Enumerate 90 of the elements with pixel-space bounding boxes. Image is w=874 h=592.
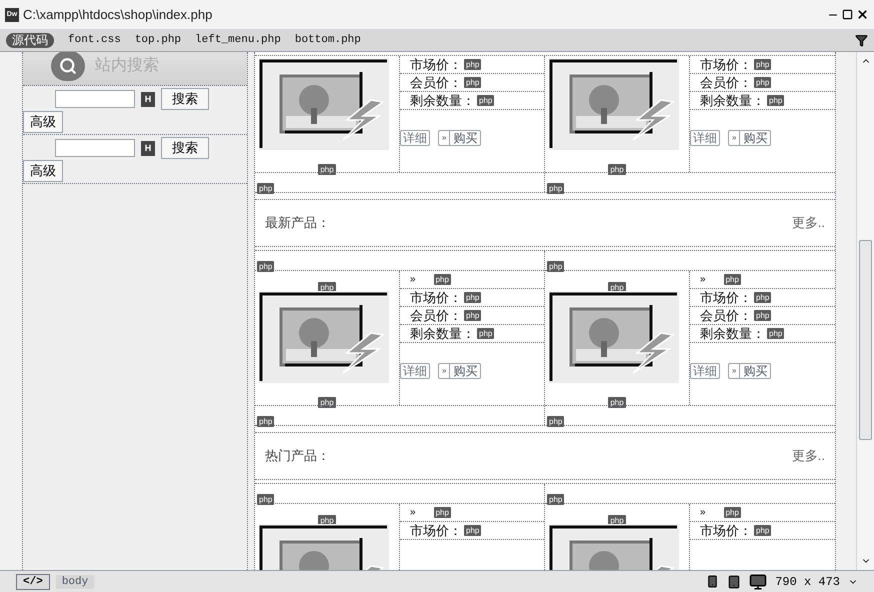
image-placeholder-icon: [549, 291, 679, 383]
field-label: 剩余数量：: [700, 324, 765, 343]
php-marker: php: [257, 416, 274, 427]
section-title: 热门产品：: [265, 447, 330, 466]
php-marker: php: [754, 292, 772, 303]
php-marker: php: [547, 416, 564, 427]
image-placeholder-icon: [259, 58, 389, 150]
php-marker: php: [754, 525, 772, 536]
php-marker: php: [434, 274, 451, 285]
file-tab[interactable]: 源代码: [6, 33, 54, 48]
php-marker: php: [464, 77, 482, 88]
more-link[interactable]: 更多..: [792, 446, 825, 466]
php-marker: php: [257, 494, 274, 505]
window-size[interactable]: 790 x 473: [775, 572, 840, 590]
hidden-field-icon: H: [141, 92, 155, 106]
php-marker: php: [318, 397, 336, 408]
tablet-icon[interactable]: [727, 574, 742, 588]
field-label: 市场价：: [410, 522, 462, 540]
phone-icon[interactable]: [706, 575, 720, 588]
buy-button[interactable]: » 购买: [438, 363, 482, 379]
php-marker: php: [767, 328, 784, 339]
image-placeholder-icon: [549, 58, 679, 150]
field-label: 会员价：: [700, 306, 752, 325]
php-marker: php: [608, 164, 626, 175]
php-marker: php: [754, 59, 772, 70]
section-title: 最新产品：: [265, 214, 330, 232]
desktop-icon[interactable]: [749, 572, 768, 590]
scroll-thumb[interactable]: [859, 240, 872, 440]
php-marker: php: [547, 183, 564, 194]
arrow-glyph: »: [700, 506, 706, 520]
field-label: 市场价：: [410, 56, 462, 74]
field-label: 会员价：: [410, 306, 462, 325]
php-marker: php: [547, 494, 564, 505]
body-tag[interactable]: body: [56, 574, 94, 588]
php-marker: php: [464, 310, 482, 321]
php-marker: php: [464, 292, 482, 303]
detail-button[interactable]: 详细: [400, 130, 430, 146]
field-label: 剩余数量：: [700, 92, 765, 110]
advanced-button[interactable]: 高级: [23, 110, 63, 133]
field-label: 剩余数量：: [410, 92, 475, 110]
php-marker: php: [754, 77, 772, 88]
php-marker: php: [724, 274, 741, 285]
field-label: 会员价：: [410, 74, 462, 92]
search-field[interactable]: [55, 90, 135, 108]
advanced-button[interactable]: 高级: [23, 160, 63, 182]
detail-button[interactable]: 详细: [690, 130, 720, 146]
field-label: 市场价：: [700, 288, 752, 307]
field-label: 剩余数量：: [410, 324, 475, 343]
file-tab[interactable]: top.php: [134, 32, 182, 49]
detail-button[interactable]: 详细: [400, 363, 430, 379]
field-label: 市场价：: [700, 522, 752, 540]
tag-selector-button[interactable]: </>: [16, 574, 50, 590]
search-button[interactable]: 搜索: [161, 88, 209, 110]
file-tab[interactable]: bottom.php: [294, 32, 361, 49]
php-marker: php: [464, 59, 482, 70]
maximize-icon[interactable]: [842, 9, 853, 20]
file-tab[interactable]: font.css: [68, 32, 121, 49]
php-marker: php: [318, 164, 336, 175]
scrollbar[interactable]: [856, 52, 874, 570]
window-title: C:\xampp\htdocs\shop\index.php: [23, 6, 212, 24]
detail-button[interactable]: 详细: [690, 363, 720, 379]
more-link[interactable]: 更多..: [792, 213, 825, 233]
search-button[interactable]: 搜索: [161, 137, 209, 159]
php-marker: php: [434, 507, 451, 518]
php-marker: php: [547, 261, 564, 272]
php-marker: php: [608, 397, 626, 408]
image-placeholder-icon: [259, 291, 389, 383]
search-field[interactable]: [55, 139, 135, 157]
buy-button[interactable]: » 购买: [438, 130, 482, 146]
search-icon: [51, 52, 85, 80]
file-tab[interactable]: left_menu.php: [195, 32, 281, 49]
close-icon[interactable]: [856, 8, 869, 21]
arrow-glyph: »: [410, 506, 416, 520]
php-marker: php: [257, 261, 274, 272]
arrow-glyph: »: [700, 273, 706, 287]
filter-icon[interactable]: [855, 34, 868, 47]
php-marker: php: [477, 328, 494, 339]
buy-button[interactable]: » 购买: [728, 363, 772, 379]
php-marker: php: [767, 95, 784, 106]
php-marker: php: [464, 525, 482, 536]
arrow-glyph: »: [410, 273, 416, 287]
field-label: 会员价：: [700, 74, 752, 92]
php-marker: php: [477, 95, 494, 106]
field-label: 市场价：: [410, 288, 462, 307]
hidden-field-icon: H: [141, 140, 155, 156]
php-marker: php: [724, 507, 741, 518]
buy-button[interactable]: » 购买: [728, 130, 772, 146]
field-label: 市场价：: [700, 56, 752, 74]
php-marker: php: [257, 183, 274, 194]
php-marker: php: [754, 310, 772, 321]
